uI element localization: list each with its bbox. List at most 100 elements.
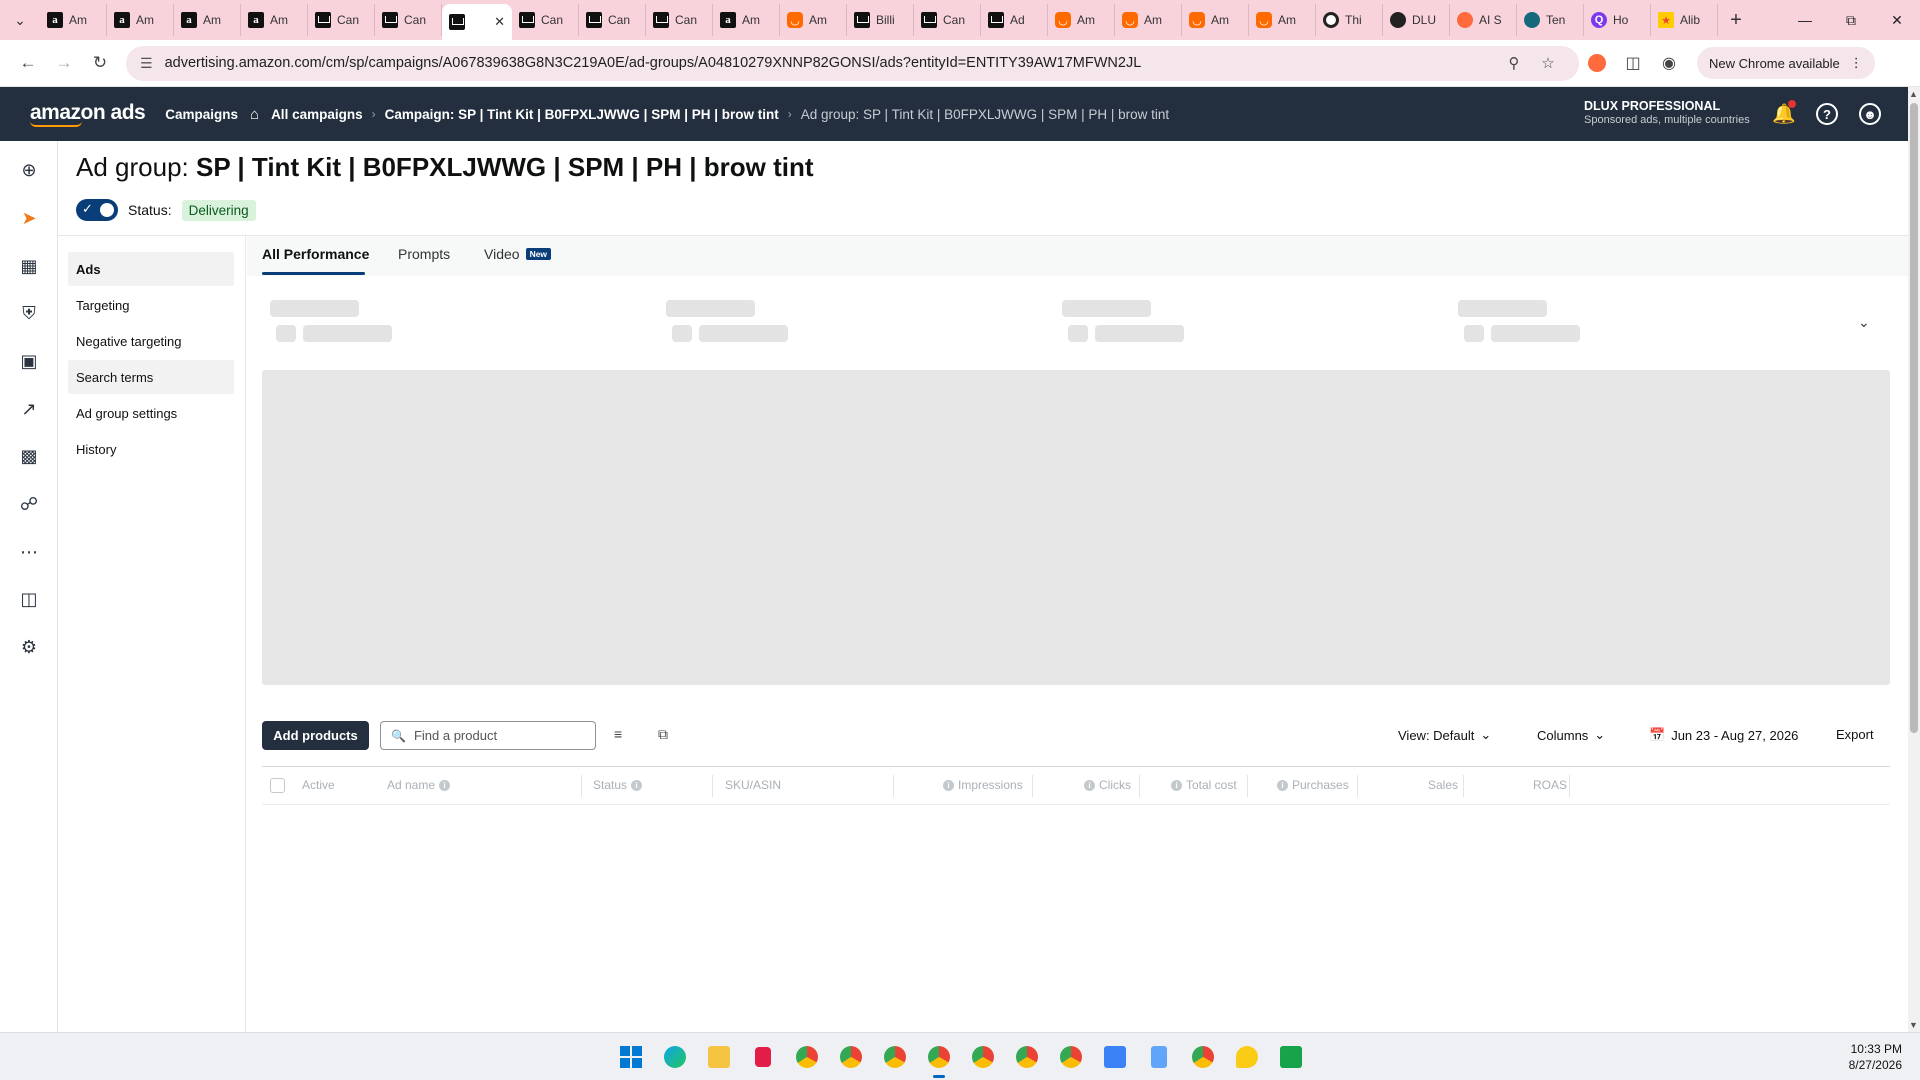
system-clock[interactable]: 10:33 PM 8/27/2026 bbox=[1849, 1041, 1902, 1073]
column-clicks[interactable]: i Clicks bbox=[1084, 778, 1131, 792]
notifications-bell-icon[interactable]: 🔔 bbox=[1770, 100, 1798, 128]
copy-icon[interactable]: ⧉ bbox=[658, 726, 668, 743]
home-icon[interactable]: ⌂ bbox=[250, 106, 259, 123]
browser-tab[interactable]: Can bbox=[914, 4, 981, 36]
excel-icon[interactable] bbox=[1276, 1042, 1306, 1072]
column-roas[interactable]: ROAS bbox=[1533, 778, 1567, 792]
chat-icon[interactable] bbox=[1232, 1042, 1262, 1072]
browser-tab[interactable]: ★ Alib bbox=[1651, 4, 1718, 36]
column-sales[interactable]: Sales bbox=[1428, 778, 1458, 792]
minimize-icon[interactable]: — bbox=[1782, 0, 1828, 40]
bookmark-star-icon[interactable]: ☆ bbox=[1531, 54, 1565, 72]
reports-bar-icon[interactable]: ▩ bbox=[14, 441, 44, 471]
add-products-button[interactable]: Add products bbox=[262, 721, 369, 750]
column-total-cost[interactable]: i Total cost bbox=[1171, 778, 1237, 792]
browser-tab[interactable]: Thi bbox=[1316, 4, 1383, 36]
subnav-ad-group-settings[interactable]: Ad group settings bbox=[68, 396, 234, 430]
browser-tab[interactable]: a Am bbox=[174, 4, 241, 36]
chrome-icon[interactable] bbox=[880, 1042, 910, 1072]
connections-graph-icon[interactable]: ☍ bbox=[14, 489, 44, 519]
tools-briefcase-icon[interactable]: ◫ bbox=[14, 584, 44, 614]
browser-tab[interactable]: Billi bbox=[847, 4, 914, 36]
address-bar[interactable]: ☰ advertising.amazon.com/cm/sp/campaigns… bbox=[126, 45, 1579, 81]
scroll-down-icon[interactable]: ▼ bbox=[1909, 1020, 1918, 1030]
start-windows-icon[interactable] bbox=[616, 1042, 646, 1072]
help-icon[interactable]: ? bbox=[1816, 103, 1838, 125]
browser-tab[interactable]: Ad bbox=[981, 4, 1048, 36]
dashboard-grid-icon[interactable]: ▦ bbox=[14, 251, 44, 281]
analytics-line-icon[interactable]: ↗ bbox=[14, 394, 44, 424]
campaign-megaphone-icon[interactable]: ➤ bbox=[14, 203, 44, 233]
scroll-thumb[interactable] bbox=[1910, 103, 1918, 733]
browser-tab[interactable]: Ten bbox=[1517, 4, 1584, 36]
browser-tab[interactable]: Am bbox=[1182, 4, 1249, 36]
extension-orange-icon[interactable] bbox=[1579, 45, 1615, 81]
column-status[interactable]: Status i bbox=[593, 778, 643, 792]
profile-icon[interactable]: ◉ bbox=[1651, 45, 1687, 81]
snipping-tool-icon[interactable] bbox=[748, 1042, 778, 1072]
column-ad-name[interactable]: Ad name i bbox=[387, 778, 451, 792]
export-button[interactable]: Export bbox=[1836, 727, 1874, 742]
select-all-checkbox[interactable] bbox=[270, 778, 285, 793]
subnav-negative-targeting[interactable]: Negative targeting bbox=[68, 324, 234, 358]
chrome-icon[interactable] bbox=[1188, 1042, 1218, 1072]
tab-prompts[interactable]: Prompts bbox=[398, 246, 450, 262]
chrome-icon[interactable] bbox=[1056, 1042, 1086, 1072]
brand-shield-icon[interactable]: ⛨ bbox=[14, 298, 44, 328]
browser-tab[interactable]: Can bbox=[579, 4, 646, 36]
chrome-icon[interactable] bbox=[1012, 1042, 1042, 1072]
subnav-search-terms[interactable]: Search terms bbox=[68, 360, 234, 394]
column-active[interactable]: Active bbox=[302, 778, 335, 792]
new-tab-icon[interactable]: + bbox=[1718, 9, 1754, 32]
column-sku-asin[interactable]: SKU/ASIN bbox=[725, 778, 781, 792]
browser-tab[interactable]: Am bbox=[1115, 4, 1182, 36]
breadcrumb-all-campaigns[interactable]: All campaigns bbox=[271, 107, 363, 122]
amazon-ads-logo[interactable]: amazon ads bbox=[30, 102, 146, 127]
extensions-puzzle-icon[interactable]: ◫ bbox=[1615, 45, 1651, 81]
scroll-up-icon[interactable]: ▲ bbox=[1909, 89, 1918, 99]
tab-all-performance[interactable]: All Performance bbox=[262, 246, 369, 262]
chrome-icon[interactable] bbox=[792, 1042, 822, 1072]
browser-tab[interactable]: a Am bbox=[713, 4, 780, 36]
column-purchases[interactable]: i Purchases bbox=[1277, 778, 1349, 792]
date-range-picker[interactable]: 📅 Jun 23 - Aug 27, 2026 bbox=[1649, 727, 1798, 743]
browser-tab[interactable]: Can bbox=[308, 4, 375, 36]
find-product-search[interactable]: 🔍 bbox=[380, 721, 596, 750]
close-tab-icon[interactable]: ✕ bbox=[494, 14, 505, 30]
forward-icon[interactable]: → bbox=[46, 45, 82, 81]
browser-tab[interactable]: a Am bbox=[40, 4, 107, 36]
browser-tab[interactable]: Can bbox=[646, 4, 713, 36]
browser-tab[interactable]: a Am bbox=[107, 4, 174, 36]
browser-tab[interactable]: AI S bbox=[1450, 4, 1517, 36]
tab-video[interactable]: Video New bbox=[484, 246, 552, 262]
browser-tab[interactable]: Q Ho bbox=[1584, 4, 1651, 36]
browser-tab[interactable]: Can bbox=[512, 4, 579, 36]
expand-metrics-chevron-icon[interactable]: ⌄ bbox=[1858, 314, 1870, 331]
chrome-icon[interactable] bbox=[836, 1042, 866, 1072]
campaigns-link[interactable]: Campaigns bbox=[165, 107, 238, 122]
chrome-icon[interactable] bbox=[924, 1042, 954, 1078]
column-impressions[interactable]: i Impressions bbox=[943, 778, 1023, 792]
edge-browser-icon[interactable] bbox=[660, 1042, 690, 1072]
find-product-input[interactable] bbox=[413, 728, 584, 743]
chrome-update-button[interactable]: New Chrome available ⋮ bbox=[1697, 47, 1875, 79]
filter-icon[interactable]: ≡ bbox=[614, 726, 622, 742]
back-icon[interactable]: ← bbox=[10, 45, 46, 81]
creative-images-icon[interactable]: ▣ bbox=[14, 346, 44, 376]
browser-tab[interactable]: a Am bbox=[241, 4, 308, 36]
browser-tab[interactable]: Am bbox=[780, 4, 847, 36]
file-explorer-icon[interactable] bbox=[704, 1042, 734, 1072]
subnav-ads[interactable]: Ads bbox=[68, 252, 234, 286]
browser-tab[interactable]: Am bbox=[1249, 4, 1316, 36]
settings-gear-icon[interactable]: ⚙ bbox=[14, 632, 44, 662]
keyboard-app-icon[interactable] bbox=[1100, 1042, 1130, 1072]
subnav-history[interactable]: History bbox=[68, 432, 234, 466]
url-text[interactable]: advertising.amazon.com/cm/sp/campaigns/A… bbox=[165, 55, 1497, 71]
close-window-icon[interactable]: ✕ bbox=[1874, 0, 1920, 40]
create-plus-icon[interactable]: ⊕ bbox=[14, 155, 44, 185]
browser-tab[interactable]: Am bbox=[1048, 4, 1115, 36]
tab-search-chevron-icon[interactable]: ⌄ bbox=[0, 0, 40, 40]
browser-tab[interactable]: Can bbox=[375, 4, 442, 36]
columns-dropdown[interactable]: Columns ⌄ bbox=[1537, 727, 1605, 743]
browser-tab[interactable]: DLU bbox=[1383, 4, 1450, 36]
